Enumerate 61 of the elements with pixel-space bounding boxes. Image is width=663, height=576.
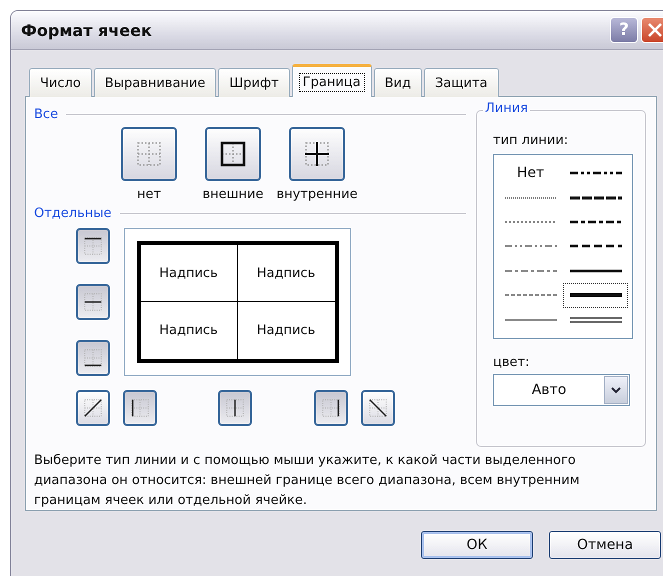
tab[interactable]: Шрифт bbox=[218, 68, 290, 97]
border-button[interactable] bbox=[361, 390, 395, 426]
border-button[interactable] bbox=[314, 390, 348, 426]
line-sample-icon bbox=[570, 219, 622, 226]
cancel-button[interactable]: Отмена bbox=[549, 531, 661, 559]
window-title: Формат ячеек bbox=[21, 20, 152, 40]
line-sample-icon bbox=[504, 243, 556, 250]
border-top-icon bbox=[82, 235, 104, 257]
preview-text: Надпись bbox=[140, 302, 238, 359]
close-icon bbox=[646, 21, 663, 39]
tab[interactable]: Граница bbox=[292, 64, 372, 97]
line-sample-icon bbox=[504, 194, 556, 201]
preset-label: внутренние bbox=[276, 187, 358, 202]
border-middle-v-icon bbox=[224, 397, 246, 419]
description-text: Выберите тип линии и с помощью мыши укажите, к какой части выделенного диапазона он относится: внешней границе всего диапазона, всем внутренним границам ячеек или отдельной ячейке. bbox=[34, 452, 581, 510]
border-button[interactable] bbox=[76, 390, 110, 426]
tab[interactable]: Вид bbox=[374, 68, 422, 97]
border-none-icon bbox=[136, 141, 162, 167]
line-sample-icon bbox=[570, 243, 622, 250]
tab[interactable]: Выравнивание bbox=[94, 68, 216, 97]
section-title: Отдельные bbox=[34, 206, 112, 220]
field-label: цвет: bbox=[493, 355, 530, 370]
tab[interactable]: Защита bbox=[424, 68, 498, 97]
preset-button[interactable] bbox=[289, 127, 345, 181]
line-sample-icon bbox=[504, 219, 556, 226]
preview-text: Надпись bbox=[256, 322, 316, 340]
border-right-icon bbox=[320, 397, 342, 419]
border-bottom-icon bbox=[82, 347, 104, 369]
line-style-option[interactable]: Нет bbox=[498, 161, 563, 186]
border-button[interactable] bbox=[76, 228, 110, 264]
line-sample-icon bbox=[504, 268, 556, 274]
line-sample-icon bbox=[570, 292, 622, 298]
preset-button[interactable] bbox=[205, 127, 261, 181]
tab[interactable]: Число bbox=[29, 68, 92, 97]
line-sample-icon bbox=[570, 268, 622, 274]
section-title: Все bbox=[34, 106, 58, 122]
chevron-down-icon bbox=[611, 386, 621, 394]
border-button[interactable] bbox=[218, 390, 252, 426]
field-label: тип линии: bbox=[493, 133, 570, 148]
border-button[interactable] bbox=[76, 284, 110, 320]
color-dropdown[interactable]: Авто bbox=[493, 374, 630, 406]
preview-text: Надпись bbox=[238, 245, 334, 302]
line-style-option[interactable] bbox=[563, 283, 628, 308]
border-button[interactable] bbox=[123, 390, 157, 426]
line-sample-icon bbox=[570, 194, 622, 201]
border-diag-up-icon bbox=[82, 397, 104, 419]
ok-button[interactable]: ОК bbox=[421, 531, 533, 559]
preview-text: Надпись bbox=[140, 245, 238, 302]
double-line-icon bbox=[570, 316, 622, 324]
border-outline-icon bbox=[220, 141, 246, 167]
line-sample-icon bbox=[504, 316, 556, 323]
border-diag-down-icon bbox=[367, 397, 389, 419]
border-left-icon bbox=[129, 397, 151, 419]
border-middle-h-icon bbox=[82, 291, 104, 313]
preset-label: нет bbox=[136, 187, 162, 202]
close-button[interactable] bbox=[641, 17, 663, 43]
preset-label: внешние bbox=[202, 187, 264, 202]
border-button[interactable] bbox=[76, 340, 110, 376]
line-sample-icon bbox=[504, 292, 556, 298]
border-inside-icon bbox=[304, 141, 330, 167]
line-sample-icon bbox=[570, 170, 622, 176]
